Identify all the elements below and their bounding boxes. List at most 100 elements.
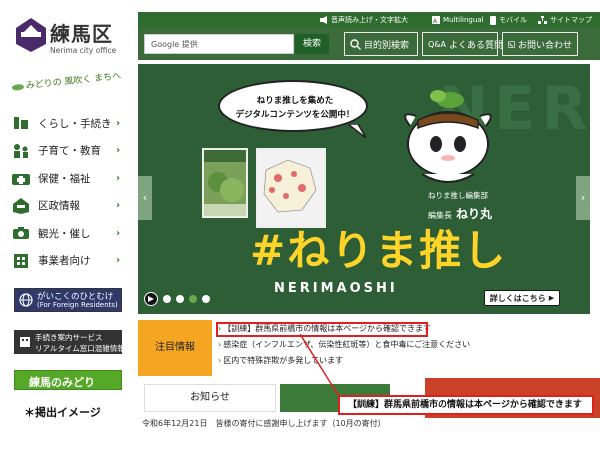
mobile-icon xyxy=(490,15,496,25)
hero-romaji: NERIMAOSHI xyxy=(274,281,398,296)
carousel-prev-button[interactable]: ‹ xyxy=(138,176,152,220)
city-icon xyxy=(10,197,32,215)
chevron-right-icon: › xyxy=(218,340,222,349)
nav-item-hoken[interactable]: 保健・福祉 › xyxy=(10,167,126,189)
service-info-banner[interactable]: 手続き案内サービス リアルタイム窓口混雑情報 xyxy=(14,330,125,354)
editor-name: ねり丸 xyxy=(456,207,493,221)
hero-carousel[interactable]: NERIMA ねりま推しを集めた デジタルコンテンツを公開中！ ねりま推し編集部… xyxy=(138,64,590,314)
carousel-play-button[interactable] xyxy=(144,292,158,306)
contact-button[interactable]: お問い合わせ xyxy=(502,32,578,56)
sidebar: 練馬区 Nerima city office みどりの 風吹く まちへ くらし・… xyxy=(0,0,132,449)
detail-button-label: 詳しくはこちら xyxy=(489,293,546,303)
banner-title: 練馬のみどり xyxy=(29,376,95,389)
read-aloud-label: 音声読み上げ・文字拡大 xyxy=(331,16,408,24)
notice-item[interactable]: › 区内で特殊詐欺が多発しています xyxy=(218,354,470,370)
callout-leader-line xyxy=(300,334,340,399)
building-icon xyxy=(10,252,32,270)
editor-title: 編集長 xyxy=(428,211,452,220)
multilingual-link[interactable]: A Multilingual xyxy=(432,12,484,28)
family-icon xyxy=(10,142,32,160)
carousel-dot[interactable] xyxy=(176,295,184,303)
carousel-next-button[interactable]: › xyxy=(576,176,590,220)
nav-label: 区政情報 xyxy=(38,200,80,212)
faq-label: よくある質問 xyxy=(449,40,504,51)
banner-line1: 手続き案内サービス xyxy=(35,333,103,342)
chevron-right-icon: › xyxy=(116,255,121,266)
foreign-residents-banner[interactable]: がいこくのひとむけ (For Foreign Residents) xyxy=(14,288,122,312)
globe-icon xyxy=(19,293,33,307)
nav-item-kurashi[interactable]: くらし・手続き › xyxy=(10,112,126,134)
banner-subtitle: (For Foreign Residents) xyxy=(37,301,118,309)
sitemap-icon xyxy=(538,16,547,24)
bubble-line-2: デジタルコンテンツを公開中！ xyxy=(235,110,355,120)
book-photo xyxy=(202,148,248,218)
featured-notices: 注目情報 › 【訓練】群馬県前橋市の情報は本ページから確認できます › 感染症（イン… xyxy=(138,320,600,376)
nav-item-jigyosha[interactable]: 事業者向け › xyxy=(10,250,126,272)
leaf-icon xyxy=(11,84,24,91)
multilingual-label: Multilingual xyxy=(443,16,484,24)
chevron-right-icon: › xyxy=(116,200,121,211)
carousel-dot[interactable] xyxy=(202,295,210,303)
news-date: 令和6年12月21日 xyxy=(142,419,208,428)
hero-hashtag: #ねりま推し xyxy=(250,226,508,275)
carousel-dot-active[interactable] xyxy=(189,295,197,303)
site-logo[interactable]: 練馬区 Nerima city office xyxy=(16,12,128,62)
tagline-suffix: まちへ xyxy=(93,71,122,85)
chevron-right-icon: › xyxy=(116,172,121,184)
nav-item-kanko[interactable]: 観光・催し › xyxy=(10,222,126,244)
nav-label: 事業者向け xyxy=(38,255,91,267)
contact-label: お問い合わせ xyxy=(517,40,572,51)
mobile-link[interactable]: モバイル xyxy=(490,12,527,28)
translate-icon: A xyxy=(432,16,440,24)
read-aloud-link[interactable]: 音声読み上げ・文字拡大 xyxy=(320,12,408,28)
detail-button[interactable]: 詳しくはこちら ▶ xyxy=(484,290,560,306)
play-arrow-icon: ▶ xyxy=(548,294,555,302)
faq-button[interactable]: Q&A よくある質問 xyxy=(422,32,503,56)
phone-icon xyxy=(508,40,515,48)
play-icon xyxy=(148,296,154,302)
news-item[interactable]: 令和6年12月21日 皆様の寄付に感謝申し上げます（10月の寄付） xyxy=(142,418,394,429)
tab-oshirase[interactable]: お知らせ xyxy=(144,384,276,412)
notice-item[interactable]: › 感染症（インフルエンザ、伝染性紅斑等）と食中毒にご注意ください xyxy=(218,338,470,354)
mobile-label: モバイル xyxy=(499,16,527,24)
nerimaru-mascot-icon xyxy=(404,90,492,183)
nav-item-kusei[interactable]: 区政情報 › xyxy=(10,195,126,217)
tagline-mid: 風吹く xyxy=(64,74,92,88)
nerima-midori-banner[interactable]: 練馬のみどり xyxy=(14,370,122,390)
carousel-controls xyxy=(144,292,210,306)
image-caption: ＊掲出イメージ xyxy=(24,406,101,419)
speech-bubble: ねりま推しを集めた デジタルコンテンツを公開中！ xyxy=(218,80,368,132)
main-nav: くらし・手続き › 子育て・教育 › 保健・福祉 › 区政情報 › 観光・催し … xyxy=(10,112,126,277)
search-placeholder: Google 提供 xyxy=(151,40,198,49)
editor-credit: ねりま推し編集部 編集長 ねり丸 xyxy=(428,190,492,222)
nav-label: くらし・手続き xyxy=(38,117,112,130)
speaker-icon xyxy=(320,16,327,24)
chevron-right-icon: › xyxy=(218,356,222,365)
chevron-right-icon: › xyxy=(116,117,121,129)
notice-heading: 注目情報 xyxy=(138,320,212,376)
sitemap-link[interactable]: サイトマップ xyxy=(538,12,592,28)
nav-label: 保健・福祉 xyxy=(38,172,91,185)
nav-label: 観光・催し xyxy=(38,227,91,240)
editor-department: ねりま推し編集部 xyxy=(428,191,488,200)
nerima-emblem-icon xyxy=(16,18,46,52)
news-text: 皆様の寄付に感謝申し上げます（10月の寄付） xyxy=(215,419,386,428)
building-icon xyxy=(20,337,30,347)
camera-icon xyxy=(10,224,32,242)
carousel-dot[interactable] xyxy=(163,295,171,303)
callout-box: 【訓練】群馬県前橋市の情報は本ページから確認できます xyxy=(338,395,594,415)
search-input[interactable]: Google 提供 xyxy=(144,34,294,54)
purpose-search-button[interactable]: 目的別検索 xyxy=(344,32,418,56)
chevron-right-icon: › xyxy=(116,145,121,156)
search-row: Google 提供 検索 目的別検索 Q&A よくある質問 お問い合わせ xyxy=(138,28,600,60)
tagline: みどりの 風吹く まちへ xyxy=(11,68,127,102)
search-button[interactable]: 検索 xyxy=(295,34,329,54)
bubble-tail-icon xyxy=(348,124,366,138)
chevron-right-icon: › xyxy=(116,227,121,239)
logo-subtitle: Nerima city office xyxy=(50,46,117,55)
purpose-search-label: 目的別検索 xyxy=(364,40,410,51)
nav-label: 子育て・教育 xyxy=(38,145,101,157)
logo-name: 練馬区 xyxy=(50,22,113,46)
house-icon xyxy=(10,114,32,132)
nav-item-kosodate[interactable]: 子育て・教育 › xyxy=(10,140,126,162)
